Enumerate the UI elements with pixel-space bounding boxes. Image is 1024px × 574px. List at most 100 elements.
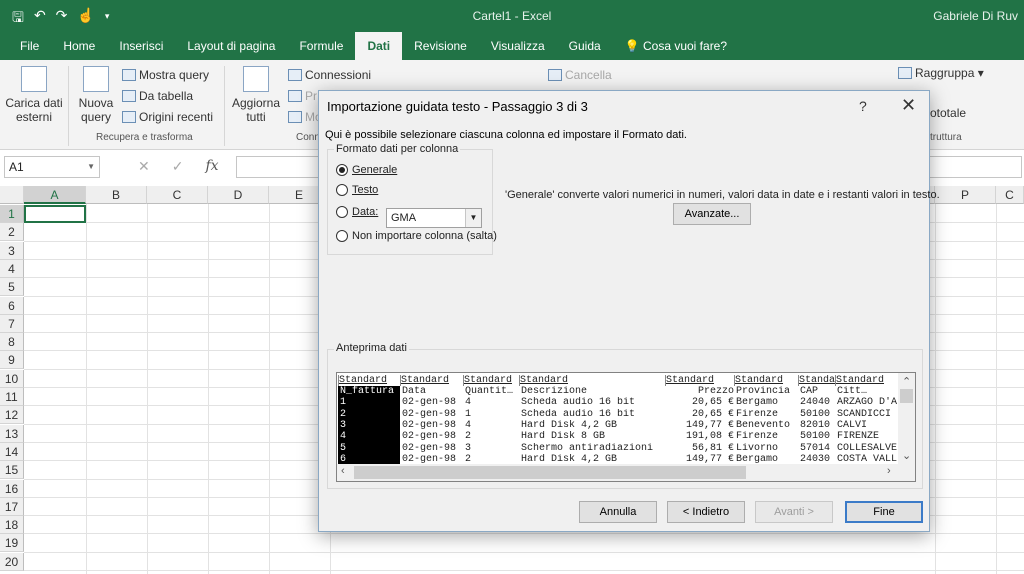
radio-testo[interactable]: Testo	[336, 184, 378, 196]
tell-me-box[interactable]: 💡 Cosa vuoi fare?	[613, 32, 739, 60]
preview-cell: 4	[340, 431, 347, 443]
row-header[interactable]: 10	[0, 369, 24, 388]
row-header[interactable]: 7	[0, 314, 24, 333]
help-button[interactable]: ?	[859, 98, 867, 114]
nuova-query-button[interactable]: Nuova query	[74, 66, 118, 124]
col-header-c[interactable]: C	[147, 186, 208, 204]
aggiorna-label-1: Aggiorna	[231, 96, 281, 110]
row-header[interactable]: 8	[0, 333, 24, 352]
row-header[interactable]: 18	[0, 516, 24, 535]
row-header[interactable]: 20	[0, 552, 24, 571]
col-gridline	[147, 204, 148, 574]
preview-column-type[interactable]: Standard	[734, 375, 798, 386]
da-tabella-button[interactable]: Da tabella	[122, 89, 193, 103]
subtotale-button[interactable]: ototale	[930, 106, 966, 120]
connessioni-button[interactable]: Connessioni	[288, 68, 371, 82]
vertical-scrollbar[interactable]: ⌃ ⌄	[898, 373, 915, 465]
tab-visualizza[interactable]: Visualizza	[479, 32, 557, 60]
row-header[interactable]: 3	[0, 241, 24, 260]
col-header-b[interactable]: B	[86, 186, 147, 204]
tab-file[interactable]: File	[8, 32, 51, 60]
scroll-up-icon[interactable]: ⌃	[902, 375, 911, 388]
row-header[interactable]: 16	[0, 479, 24, 498]
origini-recenti-button[interactable]: Origini recenti	[122, 110, 213, 124]
preview-column-type[interactable]: Standard	[463, 375, 519, 386]
preview-column-type[interactable]: Standard	[519, 375, 665, 386]
preview-column-type[interactable]: Standard	[338, 375, 400, 386]
col-header-q[interactable]: C	[996, 186, 1024, 204]
radio-skip-column[interactable]: Non importare colonna (salta)	[336, 230, 497, 242]
cancel-button[interactable]: Annulla	[579, 501, 657, 523]
close-button[interactable]: ✕	[901, 95, 916, 116]
col-header-d[interactable]: D	[208, 186, 269, 204]
horizontal-scrollbar[interactable]: ‹ ›	[337, 464, 915, 481]
row-header[interactable]: 15	[0, 461, 24, 480]
row-header[interactable]: 1	[0, 205, 24, 223]
preview-column-type[interactable]: Standard	[400, 375, 463, 386]
date-format-select[interactable]: GMA ▼	[386, 208, 482, 228]
preview-cell: 56,81 €	[691, 442, 734, 454]
preview-cell: 149,77 €	[685, 419, 734, 431]
chevron-down-icon[interactable]: ▼	[465, 209, 481, 227]
row-header[interactable]: 4	[0, 259, 24, 278]
raggruppa-button[interactable]: Raggruppa ▾	[898, 66, 984, 80]
row-header[interactable]: 17	[0, 497, 24, 516]
radio-data[interactable]: Data:	[336, 206, 378, 218]
tab-formule[interactable]: Formule	[287, 32, 355, 60]
preview-cell: Firenze	[736, 431, 779, 443]
advanced-button[interactable]: Avanzate...	[673, 203, 751, 225]
title-bar: 🖫 ↶ ↷ ☝ ▾ Cartel1 - Excel Gabriele Di Ru…	[0, 0, 1024, 32]
check-icon[interactable]: ✓	[172, 158, 184, 175]
scroll-right-icon[interactable]: ›	[887, 465, 891, 477]
row-header[interactable]: 6	[0, 296, 24, 315]
mostra-query-button[interactable]: Mostra query	[122, 68, 209, 82]
data-preview-table[interactable]: Standard Standard Standard Standard Standard…	[337, 373, 899, 465]
fx-icon[interactable]: fx	[205, 158, 218, 175]
row-header[interactable]: 9	[0, 351, 24, 370]
preview-cell: Scheda audio 16 bit	[521, 408, 636, 420]
preview-cell: 02-gen-98	[402, 408, 457, 420]
row-header[interactable]: 11	[0, 388, 24, 406]
tab-dati[interactable]: Dati	[355, 32, 403, 60]
row-header[interactable]: 5	[0, 278, 24, 297]
col-header-a[interactable]: A	[24, 186, 86, 204]
user-name[interactable]: Gabriele Di Ruv	[933, 9, 1018, 23]
finish-button[interactable]: Fine	[845, 501, 923, 523]
preview-cell: 50100	[800, 408, 831, 420]
carica-dati-button[interactable]: Carica dati esterni	[4, 66, 64, 124]
tab-layout[interactable]: Layout di pagina	[175, 32, 287, 60]
preview-column-type[interactable]: Standa	[798, 375, 835, 386]
cancella-button[interactable]: Cancella	[548, 68, 612, 82]
tab-home[interactable]: Home	[51, 32, 107, 60]
chevron-down-icon[interactable]: ▼	[87, 157, 95, 177]
row-header[interactable]: 2	[0, 223, 24, 242]
cancel-icon[interactable]: ✕	[138, 158, 150, 175]
modifica-button[interactable]: Mo	[288, 110, 322, 124]
scroll-thumb-vertical[interactable]	[900, 389, 913, 403]
scroll-left-icon[interactable]: ‹	[341, 465, 345, 477]
preview-cell: N_fattura	[340, 386, 395, 397]
row-header[interactable]: 13	[0, 424, 24, 443]
tab-inserisci[interactable]: Inserisci	[107, 32, 175, 60]
back-button[interactable]: < Indietro	[667, 501, 745, 523]
scroll-down-icon[interactable]: ⌄	[902, 449, 911, 462]
col-header-p[interactable]: P	[935, 186, 996, 204]
proprieta-button[interactable]: Pr	[288, 89, 317, 103]
row-header[interactable]: 12	[0, 406, 24, 425]
radio-generale[interactable]: Generale	[336, 164, 397, 176]
preview-column-type[interactable]: Standard	[665, 375, 734, 386]
row-header[interactable]: 14	[0, 442, 24, 461]
tab-guida[interactable]: Guida	[557, 32, 613, 60]
scroll-thumb-horizontal[interactable]	[354, 466, 746, 479]
radio-generale-label: Generale	[352, 164, 398, 176]
selected-cell-a1[interactable]	[24, 205, 86, 223]
row-header[interactable]: 19	[0, 534, 24, 553]
select-all-corner[interactable]	[0, 186, 24, 204]
preview-column-type[interactable]: Standard	[835, 375, 899, 386]
name-box[interactable]: A1 ▼	[4, 156, 100, 178]
next-button[interactable]: Avanti >	[755, 501, 833, 523]
aggiorna-tutti-button[interactable]: Aggiorna tutti	[230, 66, 282, 124]
radio-dot	[336, 230, 348, 242]
tab-revisione[interactable]: Revisione	[402, 32, 479, 60]
data-preview-box[interactable]: Standard Standard Standard Standard Standard…	[336, 372, 916, 482]
